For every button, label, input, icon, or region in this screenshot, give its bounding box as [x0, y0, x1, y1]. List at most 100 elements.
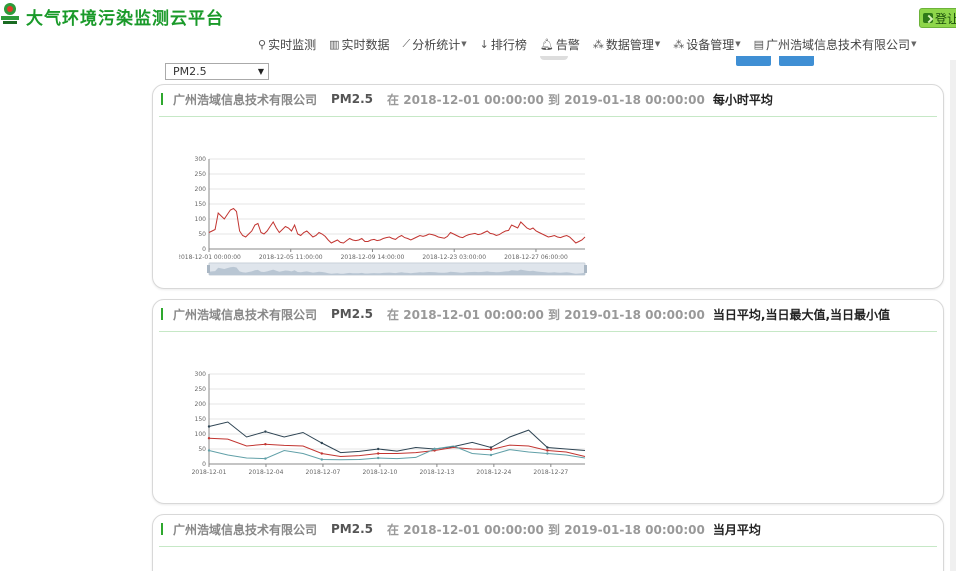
series-point	[264, 430, 267, 433]
series-point	[320, 458, 323, 461]
x-tick-label: 2018-12-27 06:00:00	[504, 254, 568, 261]
range-to: 到	[548, 522, 561, 537]
y-tick-label: 250	[195, 171, 207, 178]
y-tick-label: 150	[195, 416, 207, 423]
series-point	[207, 437, 211, 440]
panel-header: 广州浩域信息技术有限公司 PM2.5 在 2018-12-01 00:00:00…	[161, 306, 890, 322]
panel-pollutant: PM2.5	[331, 307, 374, 321]
login-button[interactable]: 登让	[919, 8, 956, 28]
x-tick-label: 2018-12-09 14:00:00	[341, 254, 405, 261]
export-button[interactable]	[779, 56, 814, 66]
panel-company: 广州浩域信息技术有限公司	[173, 307, 318, 322]
y-tick-label: 300	[195, 371, 207, 378]
nav-item-label: 排行榜	[490, 37, 527, 52]
nav-item-company[interactable]: ▤ 广州浩域信息技术有限公司 ▼	[754, 36, 917, 53]
series-point	[320, 452, 323, 455]
series-point	[264, 443, 267, 446]
toolbar-tab[interactable]	[540, 56, 568, 60]
y-tick-label: 0	[202, 246, 206, 253]
line-chart-icon: ⟋	[402, 37, 411, 50]
nav-item-ranking[interactable]: ↓ 排行榜	[480, 36, 527, 53]
y-tick-label: 300	[195, 156, 207, 163]
app-header: 大气环境污染监测云平台 登让 ⚲ 实时监测 ▥ 实时数据 ⟋ 分析统计 ▼ ↓ …	[0, 0, 956, 60]
series-point	[377, 447, 380, 451]
series-point	[489, 446, 493, 449]
panel-accent	[161, 93, 163, 105]
range-end: 2019-01-18 00:00:00	[564, 522, 705, 537]
app-title: 大气环境污染监测云平台	[26, 9, 224, 29]
y-tick-label: 200	[195, 401, 207, 408]
panel-header: 广州浩域信息技术有限公司 PM2.5 在 2018-12-01 00:00:00…	[161, 521, 761, 537]
nav-item-alarm[interactable]: 🔔︎ 告警	[540, 36, 580, 53]
nav-item-realtime-monitor[interactable]: ⚲ 实时监测	[258, 36, 316, 53]
nav-item-realtime-data[interactable]: ▥ 实时数据	[329, 36, 389, 53]
panel-company: 广州浩域信息技术有限公司	[173, 522, 318, 537]
x-tick-label: 2018-12-05 11:00:00	[259, 254, 323, 261]
series-point	[207, 449, 211, 452]
x-tick-label: 2018-12-07	[306, 469, 341, 476]
y-tick-label: 50	[198, 231, 206, 238]
x-tick-label: 2018-12-04	[249, 469, 284, 476]
series-point	[377, 452, 380, 455]
x-tick-label: 2018-12-10	[362, 469, 397, 476]
panel-statistic: 当月平均	[712, 522, 761, 537]
zoom-handle-right[interactable]	[584, 265, 587, 273]
left-panel	[0, 60, 146, 571]
panel-company: 广州浩域信息技术有限公司	[173, 92, 318, 107]
building-icon: ▤	[753, 37, 765, 51]
range-prefix: 在	[387, 522, 400, 537]
bar-chart-icon: ▥	[329, 37, 340, 51]
chart-panel-daily: 广州浩域信息技术有限公司 PM2.5 在 2018-12-01 00:00:00…	[152, 299, 944, 504]
panel-range: 在 2018-12-01 00:00:00 到 2019-01-18 00:00…	[387, 306, 705, 323]
series-point	[264, 457, 267, 460]
y-tick-label: 0	[202, 461, 206, 468]
x-tick-label: 2018-12-01 00:00:00	[179, 254, 241, 261]
series-point	[546, 446, 549, 449]
series-point	[377, 456, 380, 460]
hourly-line-chart: 0 50 100 150 200 250 300 2018-12-01 00:00:00 201…	[179, 156, 587, 276]
series-line-0	[208, 421, 586, 454]
sort-icon: ↓	[479, 37, 489, 51]
x-tick-label: 2018-12-23 03:00:00	[422, 254, 486, 261]
y-tick-label: 50	[198, 446, 206, 453]
pollutant-select[interactable]: PM2.5 ▼	[165, 63, 269, 80]
series-point	[320, 441, 323, 445]
range-prefix: 在	[387, 307, 400, 322]
main-nav: ⚲ 实时监测 ▥ 实时数据 ⟋ 分析统计 ▼ ↓ 排行榜 🔔︎ 告警 ⁂ 数据管…	[258, 34, 929, 54]
panel-divider	[159, 546, 937, 547]
nav-item-data-management[interactable]: ⁂ 数据管理 ▼	[593, 36, 660, 53]
x-tick-label: 2018-12-01	[192, 469, 227, 476]
nav-item-label: 分析统计	[412, 37, 461, 52]
range-prefix: 在	[387, 92, 400, 107]
logo	[0, 2, 20, 26]
daily-line-chart: 0 50 100 150 200 250 300 2018-12-01 2018-12-04 20…	[192, 371, 586, 476]
panel-range: 在 2018-12-01 00:00:00 到 2019-01-18 00:00…	[387, 521, 705, 538]
query-button[interactable]	[736, 56, 771, 66]
panel-pollutant: PM2.5	[331, 522, 374, 536]
chevron-down-icon: ▼	[911, 40, 917, 48]
nav-item-label: 实时数据	[341, 37, 390, 52]
chart-panel-hourly: 广州浩域信息技术有限公司 PM2.5 在 2018-12-01 00:00:00…	[152, 84, 944, 289]
range-start: 2018-12-01 00:00:00	[403, 522, 544, 537]
nav-item-device-management[interactable]: ⁂ 设备管理 ▼	[673, 36, 740, 53]
nav-item-label: 告警	[555, 37, 580, 52]
y-tick-label: 150	[195, 201, 207, 208]
panel-accent	[161, 308, 163, 320]
series-point	[546, 452, 549, 455]
y-tick-label: 100	[195, 216, 207, 223]
range-end: 2019-01-18 00:00:00	[564, 92, 705, 107]
zoom-handle-left[interactable]	[207, 265, 210, 273]
panel-pollutant: PM2.5	[331, 92, 374, 106]
sitemap-icon: ⁂	[592, 37, 604, 51]
page-scrollbar[interactable]	[950, 60, 956, 571]
x-tick-label: 2018-12-27	[533, 469, 568, 476]
series-point	[546, 449, 549, 452]
nav-item-analysis[interactable]: ⟋ 分析统计 ▼	[403, 36, 467, 53]
series-point	[489, 448, 493, 451]
nav-item-label: 广州浩域信息技术有限公司	[766, 37, 911, 52]
login-label: 登让	[935, 11, 956, 26]
series-line-1	[208, 437, 586, 458]
y-tick-label: 250	[195, 386, 207, 393]
nav-item-label: 设备管理	[686, 37, 735, 52]
nav-item-label: 实时监测	[268, 37, 317, 52]
